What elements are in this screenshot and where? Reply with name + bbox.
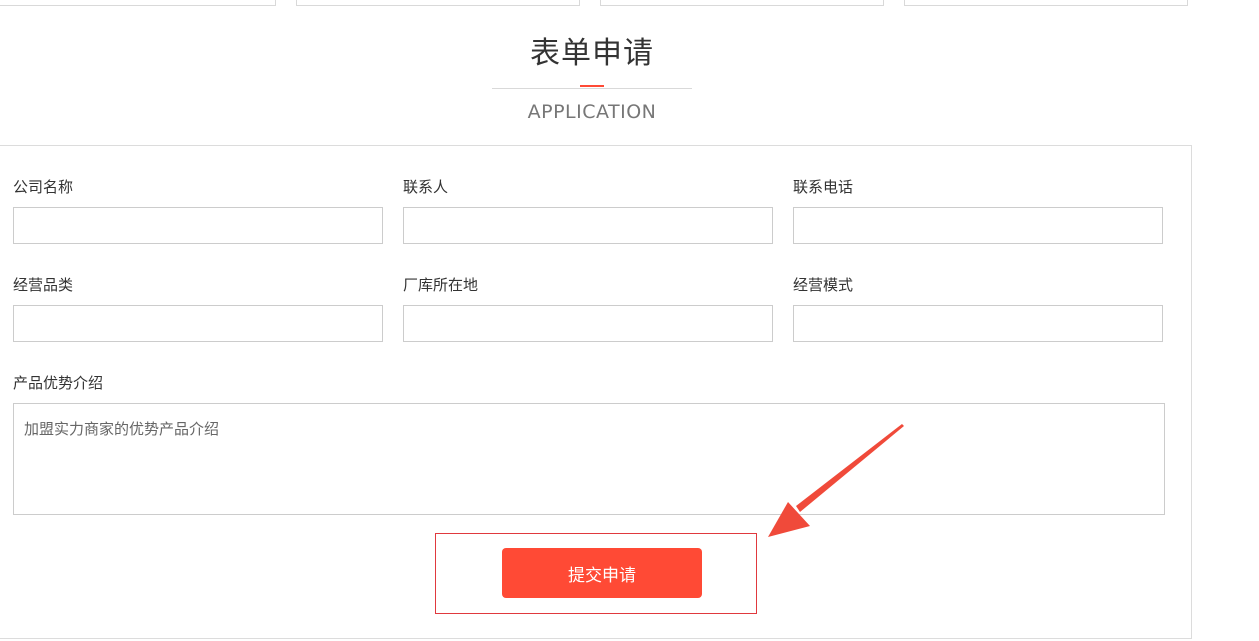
business-category-label: 经营品类 (13, 276, 74, 294)
title-divider (492, 88, 692, 89)
company-name-input[interactable] (13, 207, 383, 244)
business-category-input[interactable] (13, 305, 383, 342)
top-card-2 (296, 0, 580, 6)
arrow-shaft (796, 424, 904, 512)
warehouse-location-label: 厂库所在地 (403, 276, 479, 294)
company-name-label: 公司名称 (13, 178, 74, 196)
contact-person-label: 联系人 (403, 178, 449, 196)
contact-phone-label: 联系电话 (793, 178, 854, 196)
section-heading: 表单申请 APPLICATION (492, 30, 692, 123)
application-page: 表单申请 APPLICATION 公司名称 联系人 联系电话 经营品类 厂库所在… (0, 0, 1259, 641)
submit-application-button[interactable]: 提交申请 (502, 548, 702, 598)
arrow-icon (768, 424, 904, 537)
warehouse-location-input[interactable] (403, 305, 773, 342)
section-subtitle: APPLICATION (527, 101, 657, 123)
business-model-label: 经营模式 (793, 276, 854, 294)
business-model-input[interactable] (793, 305, 1163, 342)
top-card-3 (600, 0, 884, 6)
contact-person-input[interactable] (403, 207, 773, 244)
contact-phone-input[interactable] (793, 207, 1163, 244)
product-intro-textarea[interactable] (13, 403, 1165, 515)
section-title: 表单申请 (530, 36, 654, 71)
product-intro-label: 产品优势介绍 (13, 374, 104, 392)
top-card-4 (904, 0, 1188, 6)
top-card-1 (0, 0, 276, 6)
title-accent-line (580, 85, 604, 87)
